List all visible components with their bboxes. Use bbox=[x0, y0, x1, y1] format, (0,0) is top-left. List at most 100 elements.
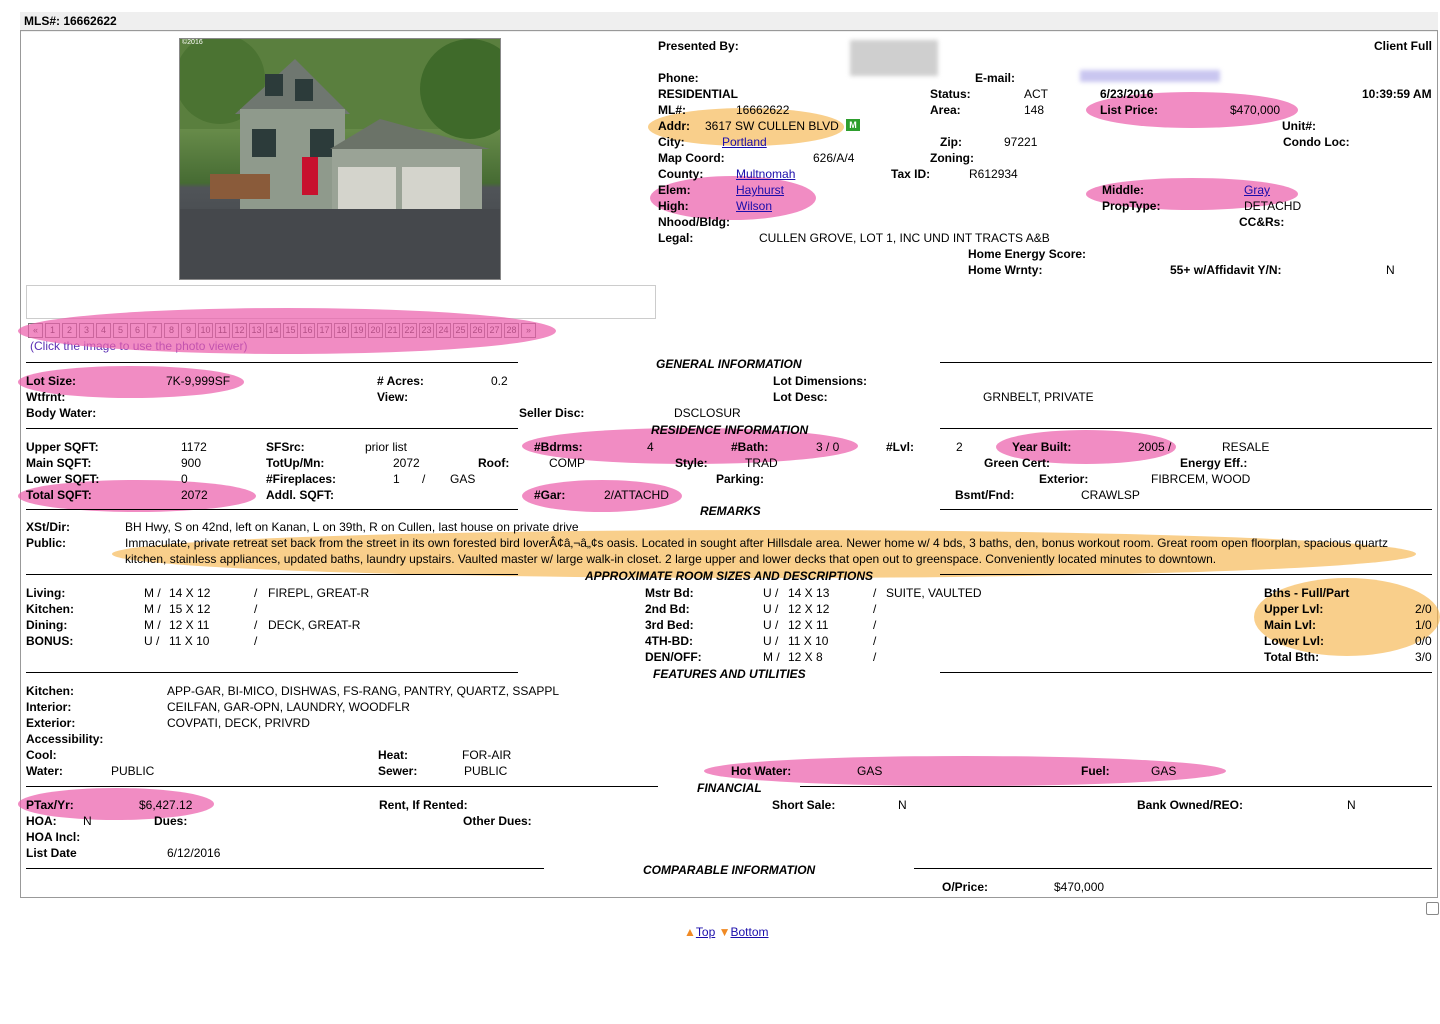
feat-interior-label: Interior: bbox=[26, 700, 72, 714]
area-value: 148 bbox=[1024, 103, 1045, 117]
unit-label: Unit#: bbox=[1282, 119, 1316, 133]
body-water-label: Body Water: bbox=[26, 406, 97, 420]
main-sqft-value: 900 bbox=[181, 456, 202, 470]
lot-desc-label: Lot Desc: bbox=[773, 390, 828, 404]
short-sale-label: Short Sale: bbox=[772, 798, 836, 812]
bottom-link[interactable]: Bottom bbox=[730, 925, 768, 939]
room-sep: / bbox=[873, 586, 877, 600]
city-link[interactable]: Portland bbox=[722, 135, 767, 149]
room-lvl: M / bbox=[144, 586, 161, 600]
room-size: 15 X 12 bbox=[169, 602, 211, 616]
fuel-value: GAS bbox=[1151, 764, 1177, 778]
room-sep: / bbox=[254, 586, 258, 600]
feat-interior-value: CEILFAN, GAR-OPN, LAUNDRY, WOODFLR bbox=[167, 700, 410, 714]
water-value: PUBLIC bbox=[111, 764, 155, 778]
room-lvl: M / bbox=[763, 650, 780, 664]
lot-dimensions-label: Lot Dimensions: bbox=[773, 374, 868, 388]
accessibility-label: Accessibility: bbox=[26, 732, 104, 746]
lot-size-value: 7K-9,999SF bbox=[166, 374, 231, 388]
section-features-title: FEATURES AND UTILITIES bbox=[653, 667, 806, 681]
bath-label: #Bath: bbox=[731, 440, 769, 454]
footer-nav: ▲Top ▼Bottom bbox=[684, 925, 769, 939]
parking-label: Parking: bbox=[716, 472, 765, 486]
room-name: Mstr Bd: bbox=[645, 586, 694, 600]
ptax-value: $6,427.12 bbox=[139, 798, 193, 812]
room-sep: / bbox=[254, 634, 258, 648]
room-sep: / bbox=[873, 602, 877, 616]
year-built-value: 2005 / bbox=[1138, 440, 1172, 454]
bath-level-value: 3/0 bbox=[1415, 650, 1432, 664]
map-coord-label: Map Coord: bbox=[658, 151, 725, 165]
divider bbox=[940, 428, 1432, 429]
zip-value: 97221 bbox=[1004, 135, 1038, 149]
affidavit-label: 55+ w/Affidavit Y/N: bbox=[1170, 263, 1282, 277]
email-label: E-mail: bbox=[975, 71, 1016, 85]
section-rooms-title: APPROXIMATE ROOM SIZES AND DESCRIPTIONS bbox=[585, 569, 874, 583]
nhood-label: Nhood/Bldg: bbox=[658, 215, 730, 229]
proptype-value: DETACHD bbox=[1244, 199, 1302, 213]
style-value: TRAD bbox=[745, 456, 778, 470]
ml-value: 16662622 bbox=[736, 103, 790, 117]
rent-label: Rent, If Rented: bbox=[379, 798, 468, 812]
presented-by-label: Presented By: bbox=[658, 39, 739, 53]
high-school-link[interactable]: Wilson bbox=[736, 199, 772, 213]
garage-value: 2/ATTACHD bbox=[604, 488, 669, 502]
room-size: 11 X 10 bbox=[169, 634, 210, 648]
bdrms-label: #Bdrms: bbox=[534, 440, 583, 454]
room-desc: SUITE, VAULTED bbox=[886, 586, 982, 600]
totup-label: TotUp/Mn: bbox=[266, 456, 325, 470]
water-label: Water: bbox=[26, 764, 63, 778]
county-link[interactable]: Multnomah bbox=[736, 167, 795, 181]
style-label: Style: bbox=[675, 456, 708, 470]
map-badge-icon[interactable]: M bbox=[846, 119, 860, 131]
lot-desc-value: GRNBELT, PRIVATE bbox=[983, 390, 1094, 404]
legal-value: CULLEN GROVE, LOT 1, INC UND INT TRACTS … bbox=[759, 231, 1050, 245]
bath-level-label: Lower Lvl: bbox=[1264, 634, 1325, 648]
bank-owned-value: N bbox=[1347, 798, 1356, 812]
room-name: Living: bbox=[26, 586, 66, 600]
garage-label: #Gar: bbox=[534, 488, 566, 502]
bsmt-label: Bsmt/Fnd: bbox=[955, 488, 1015, 502]
middle-school-link[interactable]: Gray bbox=[1244, 183, 1270, 197]
report-date: 6/23/2016 bbox=[1100, 87, 1154, 101]
home-warranty-label: Home Wrnty: bbox=[968, 263, 1043, 277]
mls-number: MLS#: 16662622 bbox=[24, 14, 117, 28]
room-size: 14 X 12 bbox=[169, 586, 211, 600]
xst-value: BH Hwy, S on 42nd, left on Kanan, L on 3… bbox=[125, 520, 579, 534]
hot-water-label: Hot Water: bbox=[731, 764, 792, 778]
bath-level-value: 2/0 bbox=[1415, 602, 1432, 616]
bank-owned-label: Bank Owned/REO: bbox=[1137, 798, 1244, 812]
totup-value: 2072 bbox=[393, 456, 420, 470]
room-size: 14 X 13 bbox=[788, 586, 830, 600]
room-name: 2nd Bd: bbox=[645, 602, 690, 616]
short-sale-value: N bbox=[898, 798, 907, 812]
room-size: 12 X 11 bbox=[169, 618, 210, 632]
elem-school-link[interactable]: Hayhurst bbox=[736, 183, 784, 197]
section-financial-title: FINANCIAL bbox=[697, 781, 762, 795]
listing-photo[interactable]: ©2016 bbox=[179, 38, 501, 280]
section-comparable-title: COMPARABLE INFORMATION bbox=[643, 863, 816, 877]
oprice-value: $470,000 bbox=[1054, 880, 1105, 894]
room-name: BONUS: bbox=[26, 634, 74, 648]
feat-kitchen-label: Kitchen: bbox=[26, 684, 74, 698]
room-size: 12 X 8 bbox=[788, 650, 823, 664]
divider bbox=[26, 786, 658, 787]
middle-label: Middle: bbox=[1102, 183, 1144, 197]
high-label: High: bbox=[658, 199, 689, 213]
client-full-label: Client Full bbox=[1374, 39, 1432, 53]
addl-sqft-label: Addl. SQFT: bbox=[266, 488, 334, 502]
select-checkbox[interactable] bbox=[1426, 902, 1439, 915]
bath-level-label: Total Bth: bbox=[1264, 650, 1320, 664]
wtfrnt-label: Wtfrnt: bbox=[26, 390, 66, 404]
roof-label: Roof: bbox=[478, 456, 510, 470]
heat-value: FOR-AIR bbox=[462, 748, 512, 762]
county-label: County: bbox=[658, 167, 704, 181]
zoning-label: Zoning: bbox=[930, 151, 974, 165]
year-built-label: Year Built: bbox=[1012, 440, 1072, 454]
room-name: Dining: bbox=[26, 618, 68, 632]
top-link[interactable]: Top bbox=[696, 925, 715, 939]
divider bbox=[26, 868, 544, 869]
roof-value: COMP bbox=[549, 456, 585, 470]
lower-sqft-value: 0 bbox=[181, 472, 188, 486]
xst-label: XSt/Dir: bbox=[26, 520, 71, 534]
